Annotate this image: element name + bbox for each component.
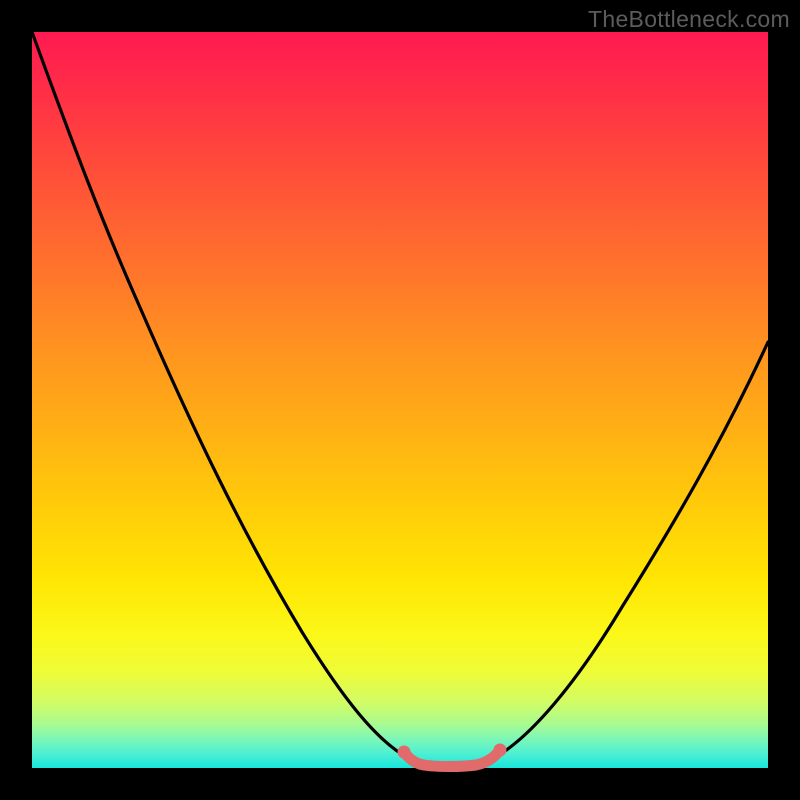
chart-curve-layer — [32, 32, 768, 768]
watermark-text: TheBottleneck.com — [588, 6, 790, 33]
bottom-marker-left-dot — [398, 746, 411, 759]
bottom-marker-path — [404, 750, 500, 767]
chart-frame: TheBottleneck.com — [0, 0, 800, 800]
bottom-marker-right-dot — [494, 744, 507, 757]
bottleneck-curve-path — [32, 32, 768, 765]
